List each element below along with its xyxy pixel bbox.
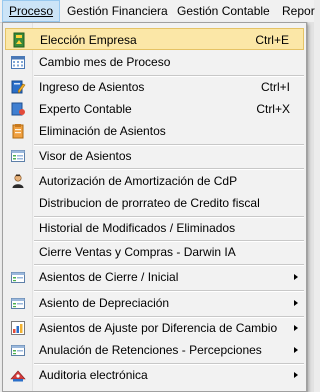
electronic-audit-icon <box>10 367 26 383</box>
menu-item-distribucion-prorrateo[interactable]: Distribucion de prorrateo de Credito fis… <box>5 192 304 214</box>
submenu-arrow-icon <box>294 274 298 280</box>
withholding-void-icon <box>10 342 26 358</box>
menu-bar: Proceso Gestión Financiera Gestión Conta… <box>0 0 315 23</box>
delete-entries-icon <box>10 123 26 139</box>
closing-entries-icon <box>10 269 26 285</box>
menu-item-eleccion-empresa[interactable]: Elección Empresa Ctrl+E <box>5 28 304 50</box>
experto-contable-icon <box>10 101 26 117</box>
exchange-adjustment-icon <box>10 320 26 336</box>
menu-item-auditoria-electronica[interactable]: Auditoria electrónica <box>5 364 304 386</box>
menu-item-ajuste-diferencia-cambio[interactable]: Asientos de Ajuste por Diferencia de Cam… <box>5 317 304 339</box>
menu-item-cierre-ventas-compras[interactable]: Cierre Ventas y Compras - Darwin IA <box>5 241 304 263</box>
menu-gestion-contable[interactable]: Gestión Contable <box>171 0 276 22</box>
submenu-arrow-icon <box>294 325 298 331</box>
menu-proceso[interactable]: Proceso <box>2 0 61 22</box>
menu-item-ingreso-asientos[interactable]: Ingreso de Asientos Ctrl+I <box>5 76 304 98</box>
proceso-dropdown-menu: Elección Empresa Ctrl+E Cambio mes de Pr… <box>2 22 307 392</box>
background-window-edge <box>307 22 314 392</box>
select-company-icon <box>11 32 27 48</box>
depreciation-entry-icon <box>10 295 26 311</box>
submenu-arrow-icon <box>294 347 298 353</box>
menu-item-asiento-depreciacion[interactable]: Asiento de Depreciación <box>5 292 304 314</box>
entry-book-icon <box>10 79 26 95</box>
menu-item-asientos-cierre-inicial[interactable]: Asientos de Cierre / Inicial <box>5 266 304 288</box>
menu-item-historial-modificados[interactable]: Historial de Modificados / Eliminados <box>5 217 304 239</box>
entries-viewer-icon <box>10 148 26 164</box>
submenu-arrow-icon <box>294 372 298 378</box>
menu-gestion-financiera[interactable]: Gestión Financiera <box>61 0 174 22</box>
menu-separator <box>34 264 304 266</box>
menu-item-eliminacion-asientos[interactable]: Eliminación de Asientos <box>5 120 304 142</box>
menu-separator <box>34 168 304 170</box>
menu-item-visor-asientos[interactable]: Visor de Asientos <box>5 145 304 167</box>
calendar-icon <box>10 54 26 70</box>
menu-item-autorizacion-amortizacion[interactable]: Autorización de Amortización de CdP <box>5 170 304 192</box>
user-authorization-icon <box>10 173 26 189</box>
menu-item-anulacion-retenciones[interactable]: Anulación de Retenciones - Percepciones <box>5 339 304 361</box>
menu-item-experto-contable[interactable]: Experto Contable Ctrl+X <box>5 98 304 120</box>
menu-separator <box>34 290 304 292</box>
menu-reportes[interactable]: Repor <box>276 0 320 22</box>
submenu-arrow-icon <box>294 300 298 306</box>
menu-item-cambio-mes[interactable]: Cambio mes de Proceso <box>5 51 304 73</box>
